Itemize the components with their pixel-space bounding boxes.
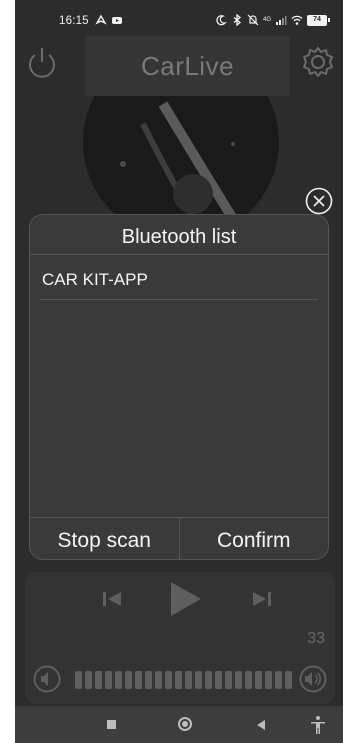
next-icon[interactable] xyxy=(249,586,275,612)
youtube-icon xyxy=(112,17,122,24)
navigation-icon xyxy=(95,14,107,25)
volume-tick xyxy=(235,671,242,689)
moon-icon xyxy=(216,15,227,26)
list-item[interactable]: CAR KIT-APP xyxy=(40,256,318,300)
volume-slider[interactable] xyxy=(75,671,297,689)
volume-tick xyxy=(85,671,92,689)
status-icons-right: 4G 74 xyxy=(215,14,330,26)
stop-scan-button[interactable]: Stop scan xyxy=(30,518,179,559)
battery-icon: 74 xyxy=(307,14,330,26)
volume-tick xyxy=(205,671,212,689)
status-icons-left xyxy=(95,14,123,26)
volume-tick xyxy=(275,671,282,689)
wifi-icon xyxy=(291,15,303,25)
volume-tick xyxy=(165,671,172,689)
volume-tick xyxy=(105,671,112,689)
volume-tick xyxy=(75,671,82,689)
volume-tick xyxy=(185,671,192,689)
bluetooth-icon xyxy=(233,14,241,26)
volume-tick xyxy=(265,671,272,689)
player-panel: 33 xyxy=(25,572,335,704)
volume-tick xyxy=(135,671,142,689)
bluetooth-dialog: Bluetooth list CAR KIT-APP Stop scan Con… xyxy=(29,214,329,560)
volume-tick xyxy=(255,671,262,689)
volume-tick xyxy=(195,671,202,689)
volume-tick xyxy=(145,671,152,689)
play-icon[interactable] xyxy=(163,578,205,620)
volume-tick xyxy=(175,671,182,689)
signal-icon xyxy=(276,16,287,25)
network-type: 4G xyxy=(262,17,271,23)
dialog-title: Bluetooth list xyxy=(30,215,328,255)
volume-tick xyxy=(115,671,122,689)
mute-icon xyxy=(247,14,259,26)
previous-icon[interactable] xyxy=(99,586,125,612)
volume-tick xyxy=(285,671,292,689)
system-nav-bar xyxy=(15,706,343,743)
volume-tick xyxy=(245,671,252,689)
dialog-footer: Stop scan Confirm xyxy=(30,517,328,559)
accessibility-icon[interactable] xyxy=(309,715,327,735)
volume-tick xyxy=(125,671,132,689)
volume-down-icon[interactable] xyxy=(33,665,61,693)
volume-value: 33 xyxy=(307,630,325,647)
volume-tick xyxy=(155,671,162,689)
volume-up-icon[interactable] xyxy=(299,665,327,693)
app-screen: 16:15 4G 74 CarLive Bluetooth list CAR K… xyxy=(15,0,343,743)
status-time: 16:15 xyxy=(59,15,89,27)
recents-icon[interactable] xyxy=(107,720,116,729)
status-bar: 16:15 4G 74 xyxy=(15,0,343,34)
volume-tick xyxy=(215,671,222,689)
device-list: CAR KIT-APP xyxy=(30,256,328,300)
volume-tick xyxy=(95,671,102,689)
confirm-button[interactable]: Confirm xyxy=(178,518,329,559)
power-icon[interactable] xyxy=(25,44,59,80)
gear-icon[interactable] xyxy=(301,44,335,80)
app-title: CarLive xyxy=(85,36,290,96)
back-icon[interactable] xyxy=(255,719,267,731)
home-icon[interactable] xyxy=(178,717,192,731)
volume-tick xyxy=(225,671,232,689)
close-circle-icon[interactable] xyxy=(304,186,334,216)
